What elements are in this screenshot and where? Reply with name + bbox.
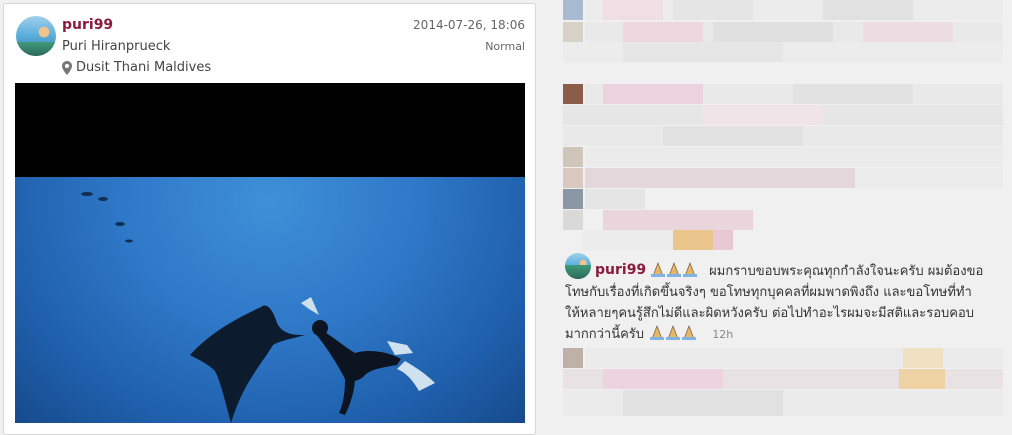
- post-timestamp: 2014-07-26, 18:06: [413, 18, 525, 32]
- post-full-name: Puri Hiranprueck: [62, 39, 171, 54]
- location-pin-icon: [62, 60, 72, 75]
- comment-line-3: ให้หลายๆคนรู้สึกไม่ดีและผิดหวังครับ ต่อไ…: [565, 306, 975, 321]
- comment-line-4: มากกว่านี้ครับ: [565, 327, 645, 342]
- post-location[interactable]: Dusit Thani Maldives: [62, 60, 211, 75]
- fish-group: [81, 192, 133, 243]
- post-photo[interactable]: [15, 83, 525, 423]
- post-username[interactable]: puri99: [62, 17, 113, 33]
- manta-ray: [190, 305, 305, 423]
- folded-hands-icon: [651, 262, 697, 277]
- comment-line-1: ผมกราบขอบพระคุณทุกกำลังใจนะครับ ผมต้องขอ: [709, 264, 984, 279]
- location-label: Dusit Thani Maldives: [76, 60, 212, 75]
- comment-age: 12h: [712, 328, 734, 341]
- comment-text: ผมกราบขอบพระคุณทุกกำลังใจนะครับ ผมต้องขอ…: [565, 261, 1005, 345]
- blurred-comments: [563, 0, 1003, 416]
- photo-subjects: [81, 192, 435, 423]
- diver: [301, 297, 435, 415]
- post-card: puri99 Puri Hiranprueck Dusit Thani Mald…: [3, 3, 536, 435]
- post-filter: Normal: [485, 40, 525, 53]
- user-avatar[interactable]: [16, 16, 56, 56]
- comment-line-2: โทษกับเรื่องที่เกิดขึ้นจริงๆ ขอโทษทุกบุค…: [565, 285, 972, 300]
- folded-hands-icon: [650, 325, 697, 340]
